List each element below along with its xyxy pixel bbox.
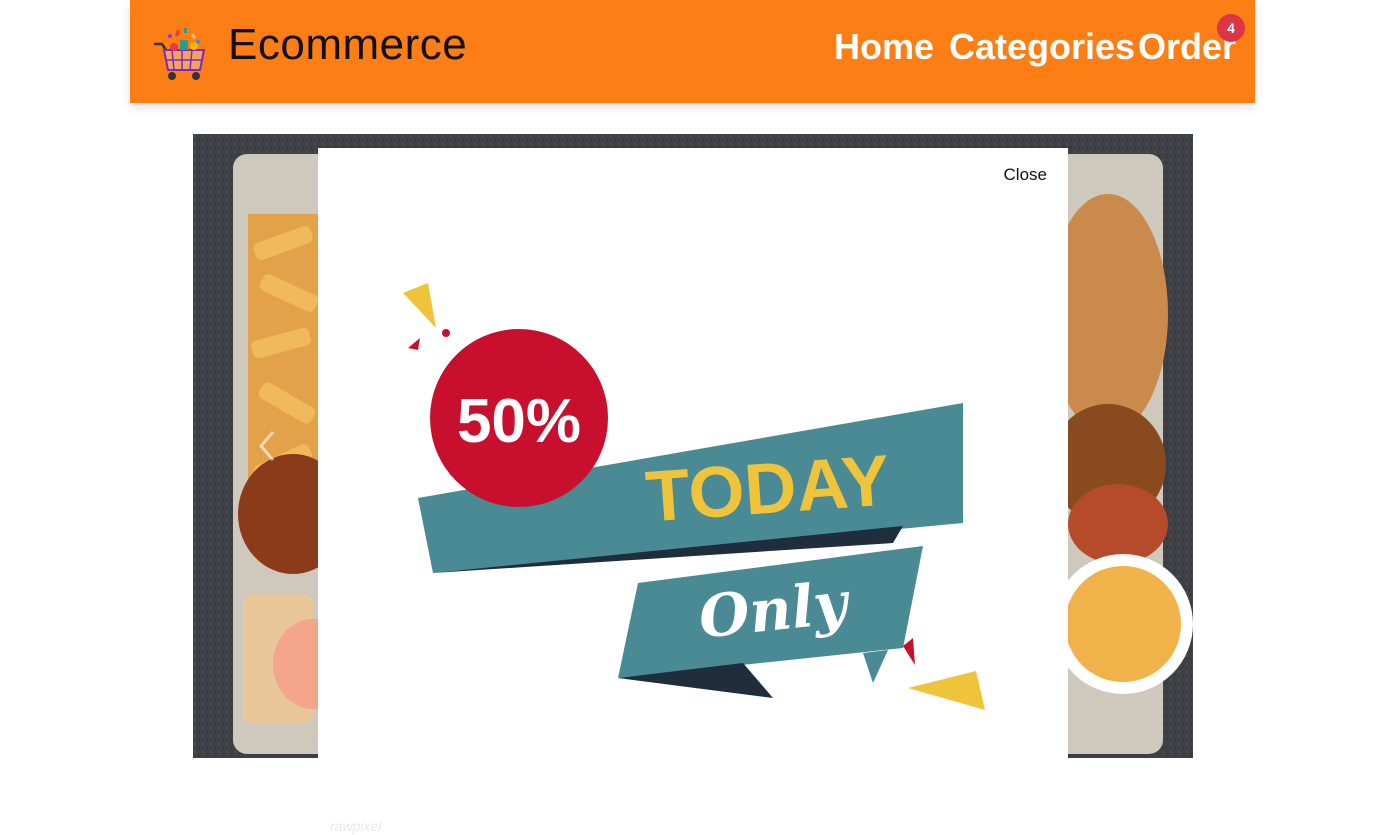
order-count-badge: 4 [1217,14,1245,42]
watermark-text: rawpixel [330,818,382,834]
top-navbar: Ecommerce Home Categories Order 4 [130,0,1255,103]
promo-headline: TODAY [643,441,892,538]
promo-discount: 50% [457,387,581,456]
promo-banner: 50% TODAY Only [403,283,985,710]
shopping-cart-icon[interactable] [152,26,208,82]
nav-link-home[interactable]: Home [834,26,934,68]
nav-link-categories[interactable]: Categories [949,26,1135,68]
promo-modal: Close 50% TODAY Only [318,148,1068,758]
close-button[interactable]: Close [1004,165,1047,185]
chevron-left-icon[interactable] [253,426,283,466]
brand-name[interactable]: Ecommerce [228,20,467,70]
